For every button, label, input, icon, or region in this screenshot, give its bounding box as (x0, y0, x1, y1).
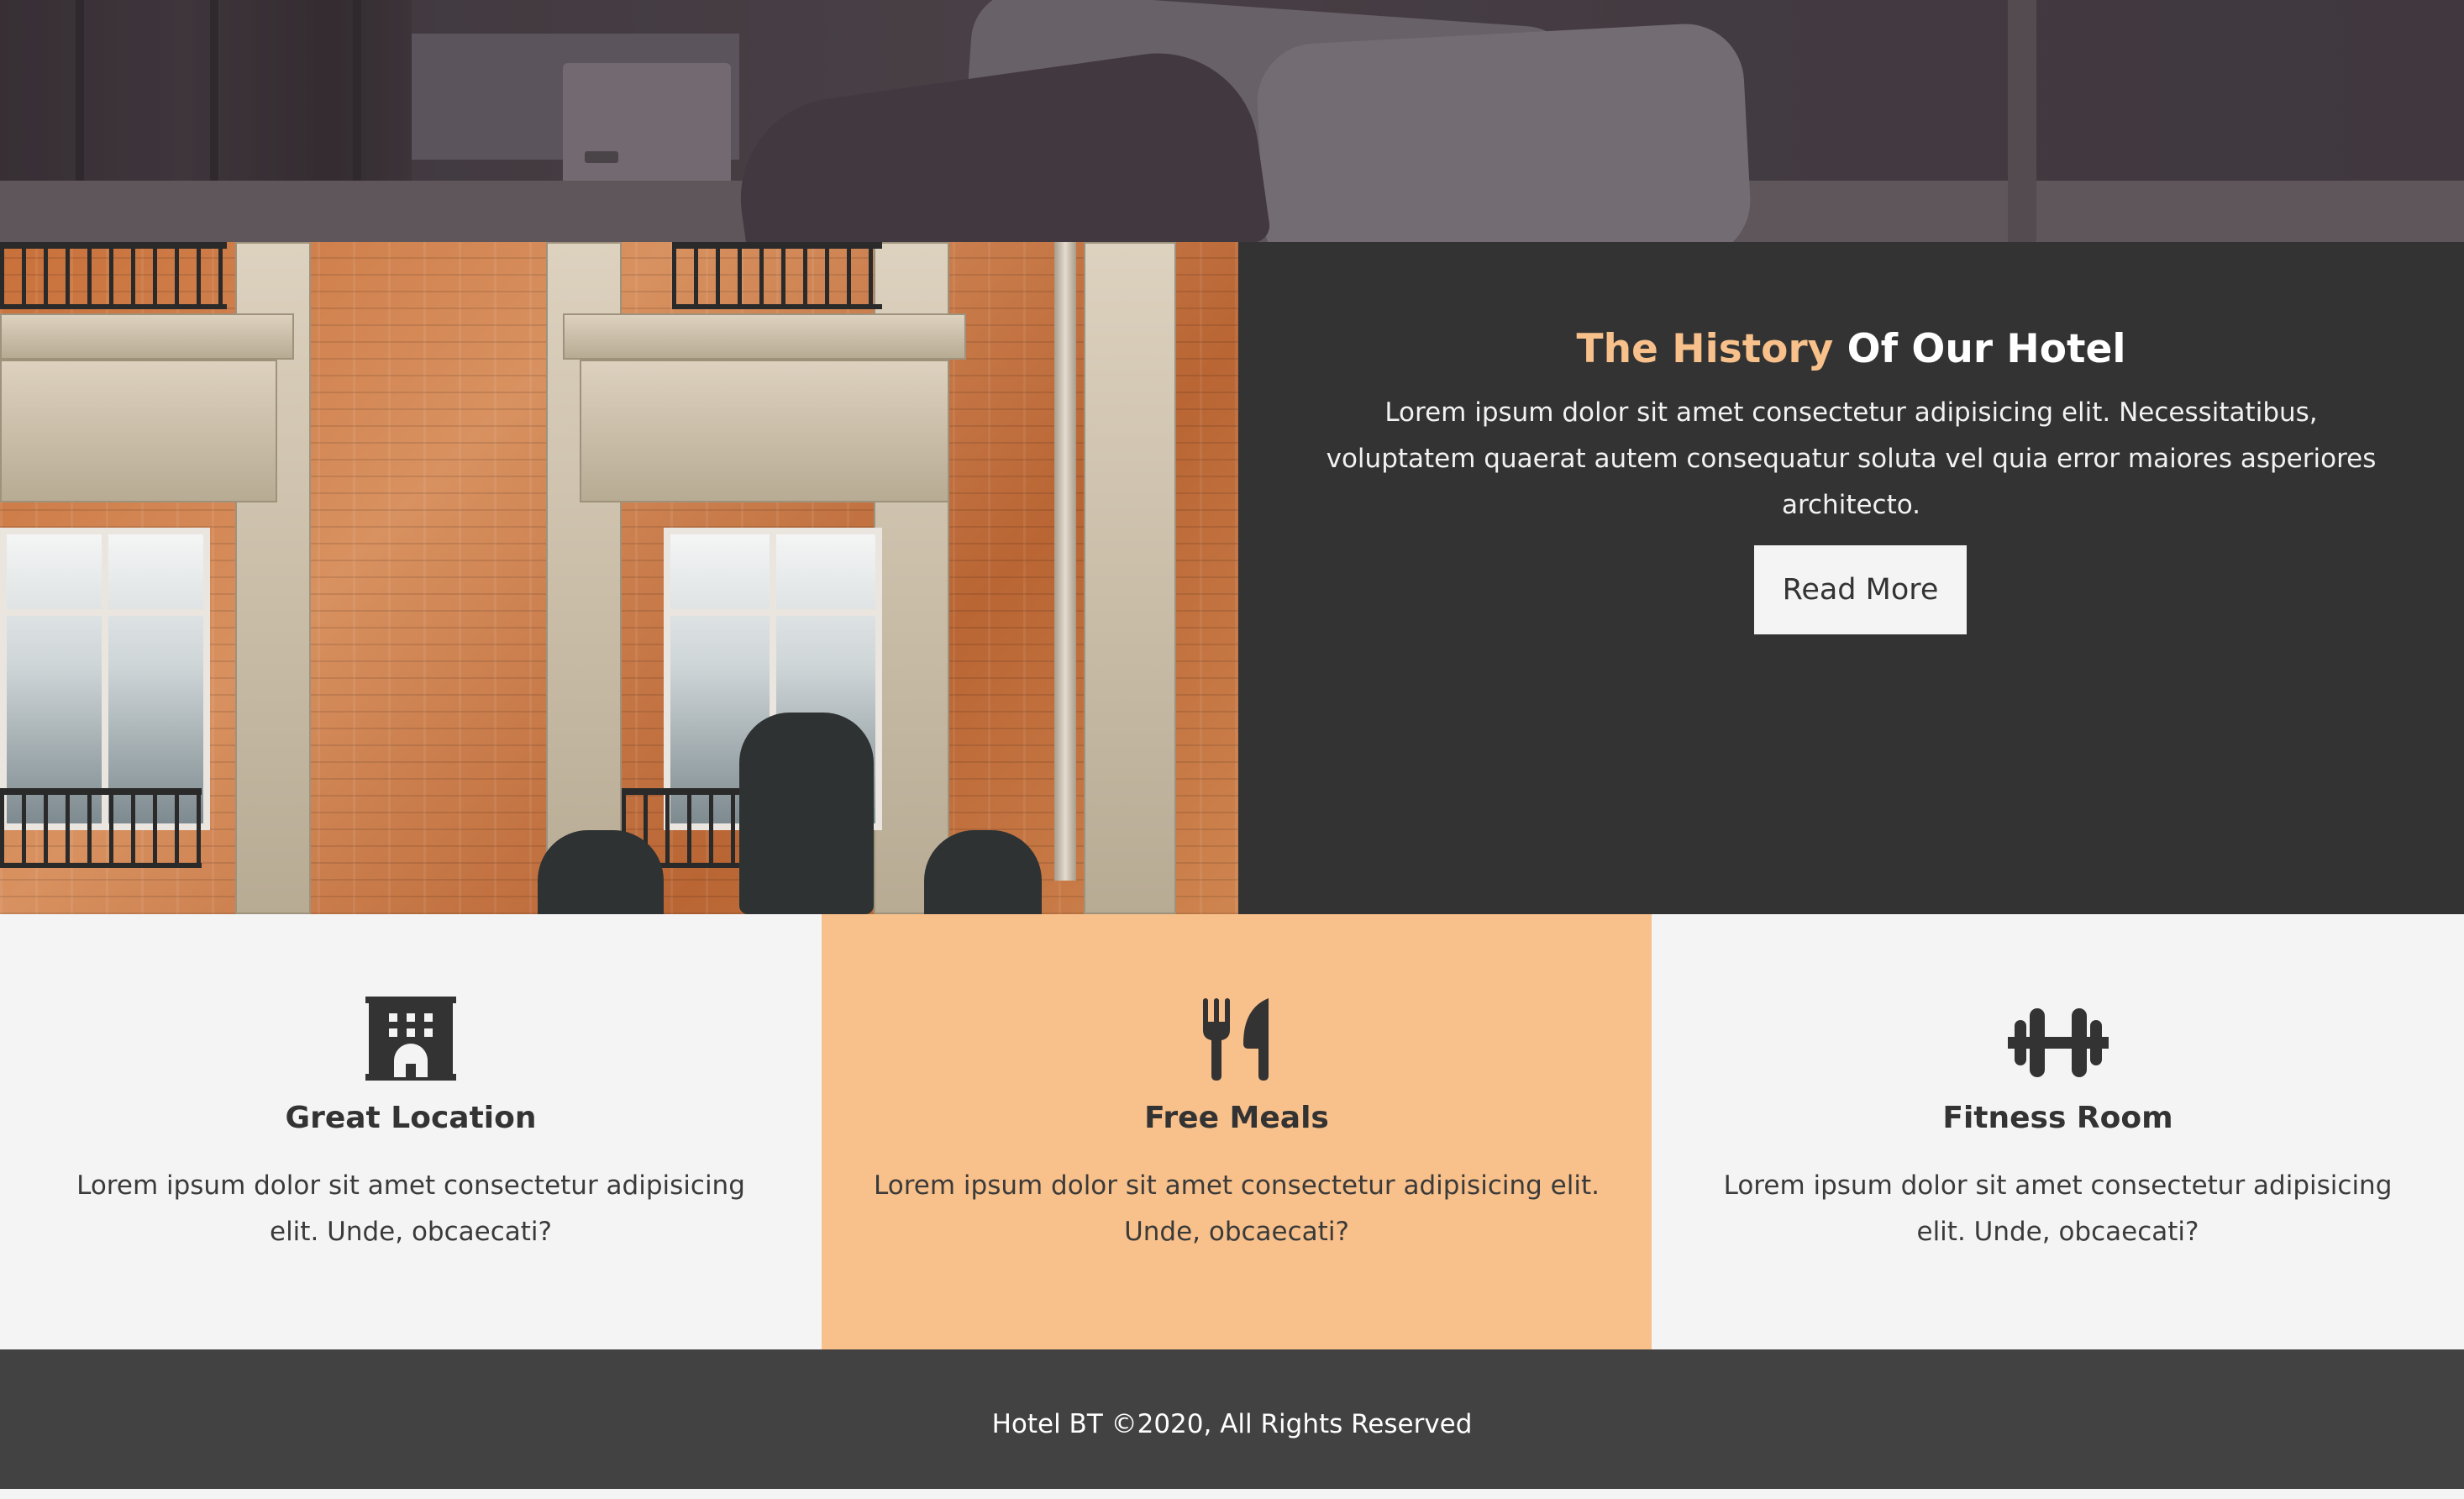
hotel-building-icon (365, 997, 456, 1081)
feature-card-fitness: Fitness Room Lorem ipsum dolor sit amet … (1652, 914, 2464, 1349)
stone-pediment (580, 360, 949, 502)
dumbbell-icon (2007, 1008, 2109, 1077)
hero-overlay (0, 0, 2464, 242)
balcony-railing (672, 242, 882, 309)
feature-card-location: Great Location Lorem ipsum dolor sit ame… (0, 914, 822, 1349)
history-title: The History Of Our Hotel (1238, 326, 2464, 372)
history-title-rest: Of Our Hotel (1847, 326, 2126, 372)
read-more-button[interactable]: Read More (1754, 545, 1967, 634)
window (0, 528, 210, 830)
feature-title: Great Location (285, 1101, 537, 1135)
utensils-icon (1203, 998, 1269, 1081)
balcony-railing (0, 242, 227, 309)
street-lamp (739, 713, 874, 914)
site-footer: Hotel BT ©2020, All Rights Reserved (0, 1349, 2464, 1489)
feature-description: Lorem ipsum dolor sit amet consectetur a… (874, 1170, 1600, 1247)
hotel-facade-image (0, 242, 1238, 914)
feature-title: Fitness Room (1942, 1101, 2173, 1135)
history-description: Lorem ipsum dolor sit amet consectetur a… (1326, 397, 2377, 520)
street-lamp (538, 830, 664, 914)
hero-banner-image (0, 0, 2464, 242)
feature-card-meals: Free Meals Lorem ipsum dolor sit amet co… (822, 914, 1652, 1349)
feature-description: Lorem ipsum dolor sit amet consectetur a… (1723, 1170, 2393, 1247)
features-section: Great Location Lorem ipsum dolor sit ame… (0, 914, 2464, 1349)
history-title-accent: The History (1576, 326, 1834, 372)
feature-title: Free Meals (1144, 1101, 1329, 1135)
feature-description: Lorem ipsum dolor sit amet consectetur a… (76, 1170, 745, 1247)
stone-cornice (563, 313, 966, 360)
balcony-railing (0, 788, 202, 868)
drain-pipe (1054, 242, 1076, 881)
history-section: The History Of Our Hotel Lorem ipsum dol… (0, 242, 2464, 914)
stone-pediment (0, 360, 277, 502)
copyright-text: Hotel BT ©2020, All Rights Reserved (991, 1409, 1473, 1439)
stone-cornice (0, 313, 294, 360)
stone-column (1084, 242, 1176, 914)
history-panel: The History Of Our Hotel Lorem ipsum dol… (1238, 242, 2464, 914)
street-lamp (924, 830, 1042, 914)
